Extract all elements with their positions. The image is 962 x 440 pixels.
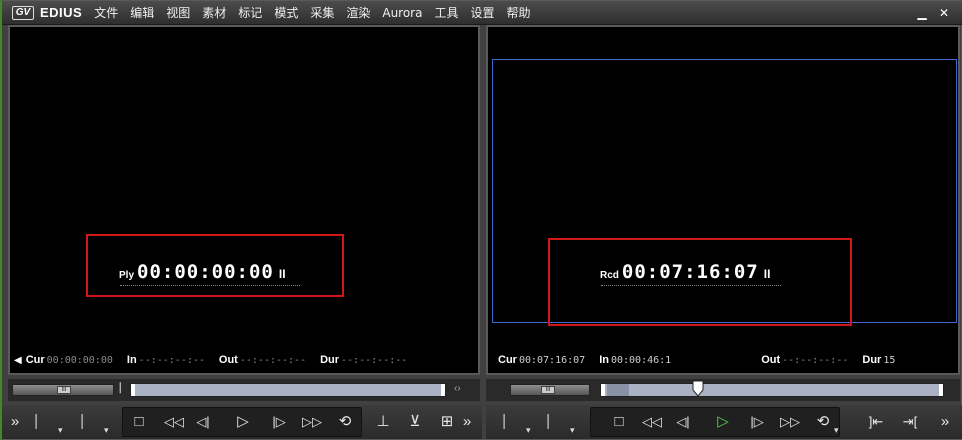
recorder-playhead[interactable] [692, 380, 704, 398]
recorder-in-label: In [599, 354, 609, 366]
player-audio-icon: ◀ [14, 354, 22, 366]
player-status-line: ◀ Cur 00:00:00:00 In --:--:--:-- Out --:… [10, 353, 478, 367]
player-step-back-button[interactable]: ◁| [192, 411, 214, 433]
player-set-out-dropdown-icon[interactable]: ▾ [104, 425, 109, 436]
recorder-timecode-highlight [548, 238, 852, 326]
menu-settings[interactable]: 设置 [465, 4, 501, 21]
menu-view[interactable]: 视图 [160, 4, 196, 21]
player-in-value: --:--:--:-- [138, 354, 205, 366]
player-dur-value: --:--:--:-- [341, 354, 408, 366]
recorder-set-out-dropdown-icon[interactable]: ▾ [570, 425, 575, 436]
menu-mode[interactable]: 模式 [268, 4, 304, 21]
player-in-label: In [126, 354, 137, 366]
recorder-set-in-dropdown-icon[interactable]: ▾ [526, 425, 531, 436]
next-edit-button[interactable]: ⇥[ [896, 411, 924, 433]
player-shuttle-knob[interactable]: III [57, 386, 71, 394]
menu-help[interactable]: 帮助 [501, 4, 537, 21]
recorder-cur-value: 00:07:16:07 [518, 354, 586, 366]
player-fast-forward-button[interactable]: ▷▷ [298, 411, 326, 433]
recorder-dur-label: Dur [862, 354, 882, 366]
recorder-loop-button[interactable]: ⟲ [812, 411, 834, 433]
menu-tools[interactable]: 工具 [428, 4, 464, 21]
player-link-icon[interactable]: ‹› [454, 383, 461, 394]
player-loop-button[interactable]: ⟲ [334, 411, 356, 433]
player-set-in-button[interactable]: ⎸ [32, 411, 54, 433]
menu-bar: GV EDIUS 文件 编辑 视图 素材 标记 模式 采集 渲染 Aurora … [2, 1, 962, 25]
player-play-button[interactable]: ▷ [232, 411, 254, 433]
menu-edit[interactable]: 编辑 [124, 4, 160, 21]
minimize-button[interactable]: ▁ [914, 5, 930, 21]
recorder-transport-bar: ⎸ ▾ ⎸ ▾ □ ◁◁ ◁| ▷ |▷ ▷▷ ⟲ ▾ ]⇤ ⇥[ » [486, 405, 962, 439]
player-cur-value: 00:00:00:00 [46, 354, 113, 366]
recorder-scrub-strip: III [486, 379, 960, 401]
player-position-bar[interactable] [130, 383, 446, 397]
player-timecode-highlight [86, 234, 344, 297]
recorder-position-bar[interactable] [600, 380, 944, 398]
insert-to-timeline-button[interactable]: ⊥ [372, 411, 394, 433]
recorder-shuttle-knob[interactable]: III [541, 386, 555, 394]
player-scrub-strip: III ⎸ ‹› [8, 379, 480, 401]
recorder-monitor[interactable]: Rcd 00:07:16:07 II Cur 00:07:16:07 In 00… [486, 25, 960, 375]
recorder-out-label: Out [761, 354, 781, 366]
menu-aurora[interactable]: Aurora [376, 6, 428, 20]
recorder-loop-dropdown-icon[interactable]: ▾ [834, 425, 839, 436]
multi-insert-button[interactable]: ⊞ [436, 411, 458, 433]
edius-window: GV EDIUS 文件 编辑 视图 素材 标记 模式 采集 渲染 Aurora … [0, 0, 962, 440]
recorder-played-range [607, 384, 629, 396]
player-set-out-button[interactable]: ⎸ [78, 411, 100, 433]
close-button[interactable]: ✕ [936, 5, 952, 21]
player-rewind-button[interactable]: ◁◁ [160, 411, 188, 433]
player-step-forward-button[interactable]: |▷ [268, 411, 290, 433]
player-cur-label: Cur [25, 354, 45, 366]
player-out-value: --:--:--:-- [239, 354, 307, 366]
gv-logo: GV [12, 5, 34, 20]
menu-capture[interactable]: 采集 [304, 4, 340, 21]
recorder-bar-start [601, 384, 605, 396]
recorder-out-value: --:--:--:-- [782, 354, 849, 366]
recorder-set-out-button[interactable]: ⎸ [544, 411, 566, 433]
player-more-right-icon[interactable]: » [458, 411, 476, 433]
recorder-step-back-button[interactable]: ◁| [672, 411, 694, 433]
recorder-cur-label: Cur [498, 354, 517, 366]
menu-render[interactable]: 渲染 [340, 4, 376, 21]
app-title: EDIUS [40, 5, 83, 20]
recorder-fast-forward-button[interactable]: ▷▷ [776, 411, 804, 433]
recorder-in-value: 00:00:46:1 [610, 354, 672, 366]
recorder-more-icon[interactable]: » [936, 411, 954, 433]
menu-clip[interactable]: 素材 [196, 4, 232, 21]
player-transport-bar: » ⎸ ▾ ⎸ ▾ □ ◁◁ ◁| ▷ |▷ ▷▷ ⟲ ⊥ ⊻ ⊞ » [2, 405, 482, 439]
menu-marker[interactable]: 标记 [232, 4, 268, 21]
player-monitor[interactable]: Ply 00:00:00:00 II ◀ Cur 00:00:00:00 In … [8, 25, 480, 375]
player-set-in-dropdown-icon[interactable]: ▾ [58, 425, 63, 436]
recorder-play-button[interactable]: ▷ [712, 411, 734, 433]
player-more-icon[interactable]: » [4, 411, 26, 433]
recorder-stop-button[interactable]: □ [608, 411, 630, 433]
recorder-rewind-button[interactable]: ◁◁ [638, 411, 666, 433]
recorder-status-line: Cur 00:07:16:07 In 00:00:46:1 Out --:--:… [488, 353, 958, 367]
player-bar-end [441, 384, 445, 396]
previous-edit-button[interactable]: ]⇤ [862, 411, 890, 433]
player-dur-label: Dur [320, 354, 340, 366]
recorder-bar-end [939, 384, 943, 396]
overwrite-to-timeline-button[interactable]: ⊻ [404, 411, 426, 433]
player-stop-button[interactable]: □ [128, 411, 150, 433]
recorder-step-forward-button[interactable]: |▷ [746, 411, 768, 433]
player-out-label: Out [218, 354, 238, 366]
menu-file[interactable]: 文件 [88, 4, 124, 21]
player-bar-start [131, 384, 135, 396]
recorder-shuttle-slider[interactable]: III [510, 384, 590, 396]
player-shuttle-slider[interactable]: III [12, 384, 114, 396]
recorder-set-in-button[interactable]: ⎸ [500, 411, 522, 433]
recorder-dur-value: 15 [883, 354, 896, 366]
